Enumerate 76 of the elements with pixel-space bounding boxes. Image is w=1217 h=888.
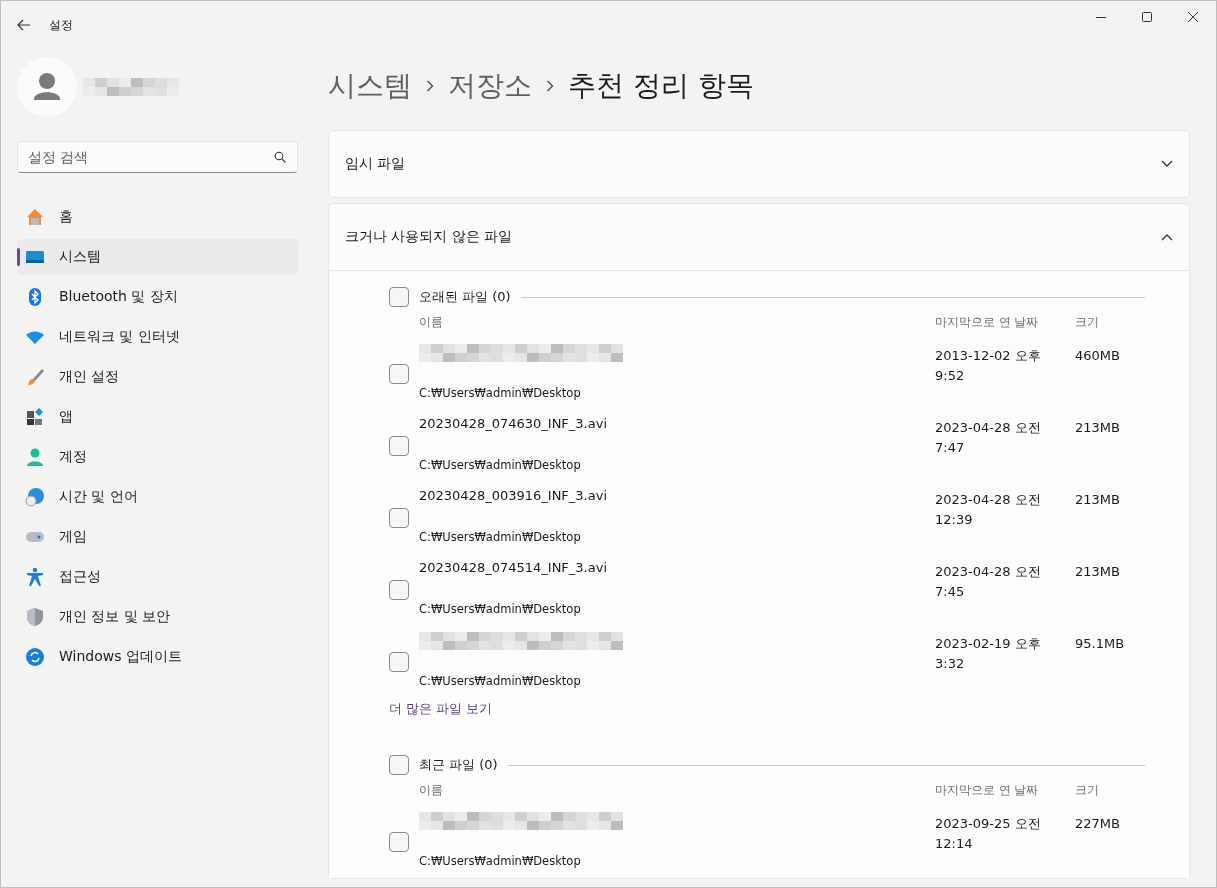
date-cell-text: 2023-04-28 오전 7:47 bbox=[935, 419, 1042, 457]
file-path: C:₩Users₩admin₩Desktop bbox=[419, 854, 582, 868]
window-title: 설정 bbox=[49, 16, 73, 34]
checkbox[interactable] bbox=[389, 755, 409, 775]
nav-item[interactable]: 계정 bbox=[17, 439, 298, 475]
file-path: C:₩Users₩admin₩Desktop bbox=[419, 458, 582, 472]
file-name: 20230428_003916_INF_3.avi bbox=[419, 488, 608, 503]
nav-item[interactable]: 앱 bbox=[17, 399, 298, 435]
search-field[interactable]: 설정 검색 bbox=[17, 141, 298, 173]
size-cell-text: 213MB bbox=[1075, 491, 1121, 509]
group-title: 최근 파일 (0) bbox=[419, 756, 498, 774]
chevron-right-icon bbox=[426, 80, 434, 92]
size-cell-text: 227MB bbox=[1075, 815, 1121, 833]
file-path: C:₩Users₩admin₩Desktop bbox=[419, 386, 582, 400]
nav-item[interactable]: Windows 업데이트 bbox=[17, 639, 298, 675]
section-title: 크거나 사용되지 않은 파일 bbox=[345, 228, 513, 246]
date-cell-text: 2023-04-28 오전 7:45 bbox=[935, 563, 1042, 601]
date-cell-text: 2013-12-02 오후 9:52 bbox=[935, 347, 1042, 385]
more-files-link[interactable]: 더 많은 파일 보기 bbox=[389, 700, 493, 718]
nav-item[interactable]: 시간 및 언어 bbox=[17, 479, 298, 515]
column-header: 이름 bbox=[419, 782, 444, 799]
nav-icon bbox=[25, 407, 45, 427]
nav-icon bbox=[25, 367, 45, 387]
checkbox[interactable] bbox=[389, 508, 409, 528]
close-icon bbox=[1188, 12, 1198, 22]
nav-icon bbox=[25, 207, 45, 227]
nav-item[interactable]: 네트워크 및 인터넷 bbox=[17, 319, 298, 355]
nav-item[interactable]: 개인 정보 및 보안 bbox=[17, 599, 298, 635]
nav-item[interactable]: 홈 bbox=[17, 199, 298, 235]
nav-icon bbox=[25, 567, 45, 587]
nav-item[interactable]: 개인 설정 bbox=[17, 359, 298, 395]
date-cell-text: 2023-02-19 오후 3:32 bbox=[935, 635, 1042, 673]
checkbox[interactable] bbox=[389, 287, 409, 307]
breadcrumb-item[interactable]: 시스템 bbox=[328, 67, 412, 105]
chevron-up-icon bbox=[1161, 233, 1173, 241]
breadcrumb-item: 추천 정리 항목 bbox=[568, 68, 754, 104]
column-header: 크기 bbox=[1075, 314, 1100, 331]
column-header: 마지막으로 연 날짜 bbox=[935, 782, 1040, 799]
section-header[interactable]: 임시 파일 bbox=[329, 131, 1189, 197]
nav-item[interactable]: 게임 bbox=[17, 519, 298, 555]
checkbox[interactable] bbox=[389, 832, 409, 852]
search-icon bbox=[274, 151, 286, 163]
checkbox[interactable] bbox=[389, 436, 409, 456]
nav-icon bbox=[25, 647, 45, 667]
file-name: 20230428_074514_INF_3.avi bbox=[419, 560, 608, 575]
column-header: 이름 bbox=[419, 314, 444, 331]
checkbox[interactable] bbox=[389, 652, 409, 672]
nav-icon bbox=[25, 447, 45, 467]
size-cell-text: 460MB bbox=[1075, 347, 1121, 365]
nav-icon bbox=[25, 607, 45, 627]
group-title: 오래된 파일 (0) bbox=[419, 288, 511, 306]
file-path: C:₩Users₩admin₩Desktop bbox=[419, 602, 582, 616]
section-title: 임시 파일 bbox=[345, 155, 406, 173]
breadcrumb-item[interactable]: 저장소 bbox=[448, 67, 532, 105]
maximize-icon bbox=[1142, 12, 1152, 22]
checkbox[interactable] bbox=[389, 580, 409, 600]
file-path: C:₩Users₩admin₩Desktop bbox=[419, 674, 582, 688]
chevron-right-icon bbox=[546, 80, 554, 92]
nav-item[interactable]: Bluetooth 및 장치 bbox=[17, 279, 298, 315]
checkbox[interactable] bbox=[389, 364, 409, 384]
chevron-down-icon bbox=[1161, 160, 1173, 168]
section-header[interactable]: 크거나 사용되지 않은 파일 bbox=[329, 204, 1189, 270]
back-arrow-icon[interactable] bbox=[17, 19, 31, 31]
nav-item[interactable]: 접근성 bbox=[17, 559, 298, 595]
file-path: C:₩Users₩admin₩Desktop bbox=[419, 530, 582, 544]
nav-item[interactable]: 시스템 bbox=[17, 239, 298, 275]
date-cell-text: 2023-09-25 오전 12:14 bbox=[935, 815, 1042, 853]
file-name: 20230428_074630_INF_3.avi bbox=[419, 416, 608, 431]
avatar-icon[interactable] bbox=[17, 57, 77, 117]
nav-icon bbox=[25, 487, 45, 507]
size-cell-text: 213MB bbox=[1075, 563, 1121, 581]
size-cell-text: 213MB bbox=[1075, 419, 1121, 437]
size-cell-text: 95.1MB bbox=[1075, 635, 1126, 653]
column-header: 마지막으로 연 날짜 bbox=[935, 314, 1040, 331]
date-cell-text: 2023-04-28 오전 12:39 bbox=[935, 491, 1042, 529]
column-header: 크기 bbox=[1075, 782, 1100, 799]
